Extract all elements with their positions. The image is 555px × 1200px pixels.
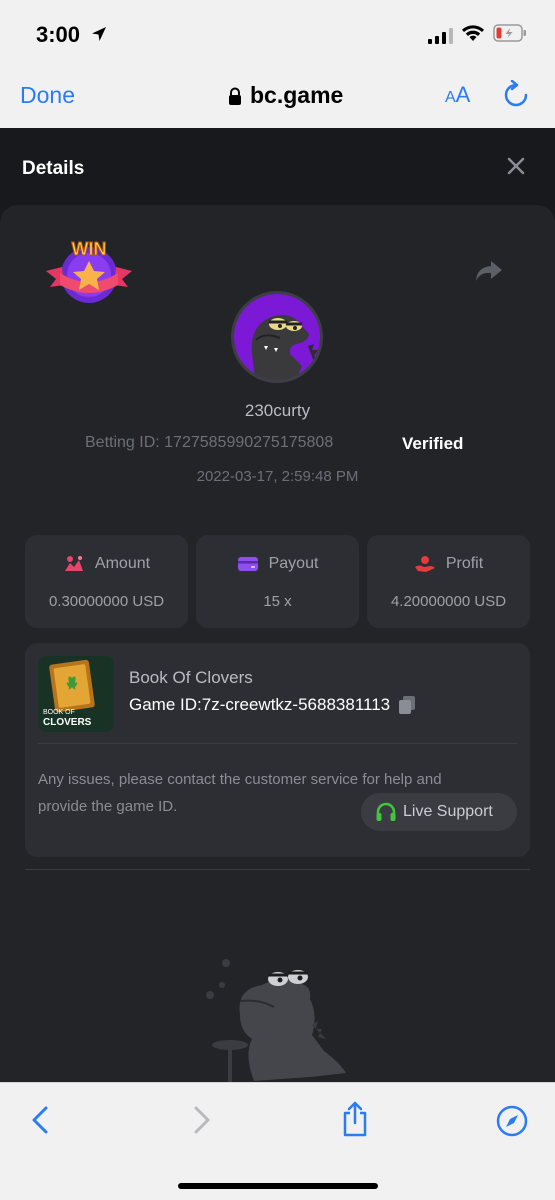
stat-payout-label: Payout (268, 555, 319, 572)
wifi-icon (462, 25, 484, 41)
lock-icon (229, 87, 241, 105)
live-support-label: Live Support (403, 803, 493, 820)
headset-icon (376, 802, 396, 821)
stat-amount-value: 0.30000000 USD (48, 593, 165, 610)
verified-badge: Verified (402, 434, 464, 453)
book-of-clovers-art: BOOK OF CLOVERS (38, 656, 114, 732)
url-field[interactable]: bc.game (228, 82, 343, 109)
stat-profit-value: 4.20000000 USD (390, 593, 507, 610)
location-arrow-icon (92, 27, 106, 41)
copy-icon[interactable] (398, 695, 416, 715)
bet-datetime: 2022-03-17, 2:59:48 PM (196, 468, 359, 485)
win-badge-icon: WIN (46, 239, 132, 303)
divider (38, 743, 517, 744)
signal-icon (428, 28, 453, 44)
live-support-button[interactable]: Live Support (361, 793, 517, 831)
text-size-button[interactable]: AA (445, 82, 470, 108)
battery-icon (493, 24, 526, 42)
stat-profit: Profit 4.20000000 USD (367, 535, 530, 628)
win-badge-text: WIN (72, 239, 107, 259)
section-divider (25, 869, 530, 870)
browser-toolbar (0, 1082, 555, 1200)
done-button[interactable]: Done (20, 82, 75, 109)
browser-address-bar: Done bc.game AA (0, 62, 555, 128)
stat-payout: Payout 15 x (196, 535, 359, 628)
home-indicator (178, 1183, 378, 1189)
text-size-large: A (455, 82, 471, 107)
compass-icon[interactable] (496, 1105, 528, 1137)
game-thumbnail[interactable]: BOOK OF CLOVERS (38, 656, 114, 732)
username: 230curty (244, 401, 311, 420)
thumb-text-1: BOOK OF (43, 709, 75, 716)
bet-amount-icon (64, 556, 83, 571)
share-arrow-icon[interactable] (474, 259, 504, 283)
stat-profit-label: Profit (445, 555, 484, 572)
card-icon (237, 557, 258, 571)
share-icon[interactable] (340, 1101, 370, 1137)
game-id-text: Game ID:7z-creewtkz-5688381113 (129, 695, 391, 714)
details-card: WIN 230curty Betting ID: 172758599027517… (0, 205, 555, 1082)
page-title: Details (22, 158, 85, 179)
support-message-line2: provide the game ID. (38, 798, 178, 815)
thumb-text-2: CLOVERS (43, 717, 92, 728)
stat-amount-label: Amount (94, 555, 151, 572)
stat-amount: Amount 0.30000000 USD (25, 535, 188, 628)
back-icon[interactable] (30, 1105, 50, 1135)
close-icon[interactable] (506, 156, 526, 176)
game-name: Book Of Clovers (129, 668, 253, 687)
avatar (231, 291, 323, 383)
game-info-panel: BOOK OF CLOVERS Book Of Clovers Game ID:… (25, 643, 530, 857)
forward-icon[interactable] (192, 1105, 212, 1135)
hand-coin-icon (414, 556, 435, 572)
status-time: 3:00 (36, 22, 81, 47)
crocodile-mascot-icon (206, 959, 346, 1082)
url-text: bc.game (250, 82, 344, 108)
app-content: Details WIN 230curty Betting ID: 1727585… (0, 128, 555, 1082)
betting-id: Betting ID: 1727585990275175808 (85, 434, 334, 451)
game-id-row: Game ID:7z-creewtkz-5688381113 (129, 695, 416, 715)
reload-icon[interactable] (502, 80, 530, 110)
status-bar: 3:00 (0, 0, 555, 62)
crocodile-avatar-icon (251, 315, 320, 380)
text-size-small: A (445, 89, 456, 106)
stat-payout-value: 15 x (263, 593, 292, 610)
